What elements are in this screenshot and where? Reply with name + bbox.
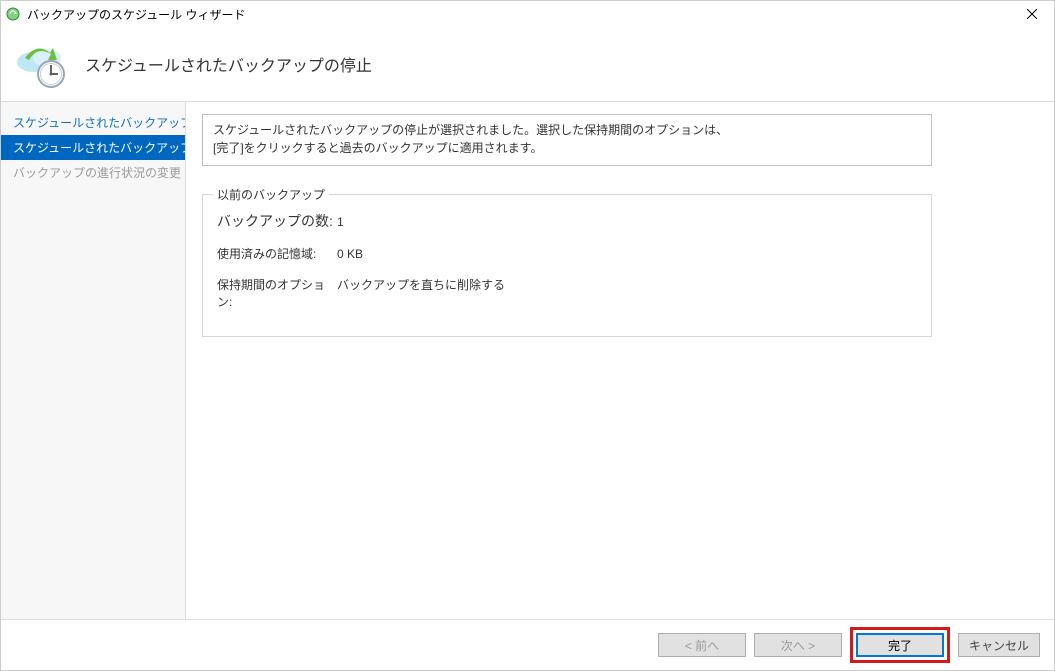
close-icon xyxy=(1027,9,1037,19)
window-title: バックアップのスケジュール ウィザード xyxy=(27,6,1009,23)
wizard-body: スケジュールされたバックアップを変... スケジュールされたバックアップの停 バ… xyxy=(1,101,1054,619)
row-used-storage: 使用済みの記憶域: 0 KB xyxy=(217,245,917,262)
used-storage-label: 使用済みの記憶域: xyxy=(217,245,337,262)
finish-highlight: 完了 xyxy=(850,627,950,663)
row-retention-option: 保持期間のオプション: バックアップを直ちに削除する xyxy=(217,276,917,310)
wizard-header-title: スケジュールされたバックアップの停止 xyxy=(85,52,372,76)
previous-backup-fieldset: 以前のバックアップ バックアップの数: 1 使用済みの記憶域: 0 KB 保持期… xyxy=(202,194,932,337)
wizard-header-icon xyxy=(15,40,63,88)
wizard-content: スケジュールされたバックアップの停止が選択されました。選択した保持期間のオプショ… xyxy=(186,102,1054,619)
used-storage-value: 0 KB xyxy=(337,247,917,261)
retention-option-value: バックアップを直ちに削除する xyxy=(337,276,917,293)
backup-count-label: バックアップの数: xyxy=(217,211,337,231)
row-backup-count: バックアップの数: 1 xyxy=(217,211,917,231)
retention-option-label: 保持期間のオプション: xyxy=(217,276,337,310)
info-line-1: スケジュールされたバックアップの停止が選択されました。選択した保持期間のオプショ… xyxy=(213,121,921,139)
cancel-button[interactable]: キャンセル xyxy=(958,633,1040,657)
info-message: スケジュールされたバックアップの停止が選択されました。選択した保持期間のオプショ… xyxy=(202,114,932,166)
sidebar-step-stop[interactable]: スケジュールされたバックアップの停 xyxy=(1,135,185,160)
wizard-header: スケジュールされたバックアップの停止 xyxy=(1,27,1054,101)
app-icon xyxy=(5,6,21,22)
finish-button[interactable]: 完了 xyxy=(856,633,944,657)
backup-count-value: 1 xyxy=(337,215,917,229)
sidebar-step-progress: バックアップの進行状況の変更 xyxy=(1,160,185,185)
wizard-footer: < 前へ 次へ > 完了 キャンセル xyxy=(1,619,1054,670)
fieldset-legend: 以前のバックアップ xyxy=(213,186,329,203)
prev-button: < 前へ xyxy=(658,633,746,657)
info-line-2: [完了]をクリックすると過去のバックアップに適用されます。 xyxy=(213,139,921,157)
titlebar: バックアップのスケジュール ウィザード xyxy=(1,1,1054,27)
wizard-sidebar: スケジュールされたバックアップを変... スケジュールされたバックアップの停 バ… xyxy=(1,102,186,619)
next-button: 次へ > xyxy=(754,633,842,657)
wizard-window: バックアップのスケジュール ウィザード スケジュールされたバックアップの停止 xyxy=(0,0,1055,671)
sidebar-step-modify[interactable]: スケジュールされたバックアップを変... xyxy=(1,110,185,135)
close-button[interactable] xyxy=(1009,1,1054,27)
